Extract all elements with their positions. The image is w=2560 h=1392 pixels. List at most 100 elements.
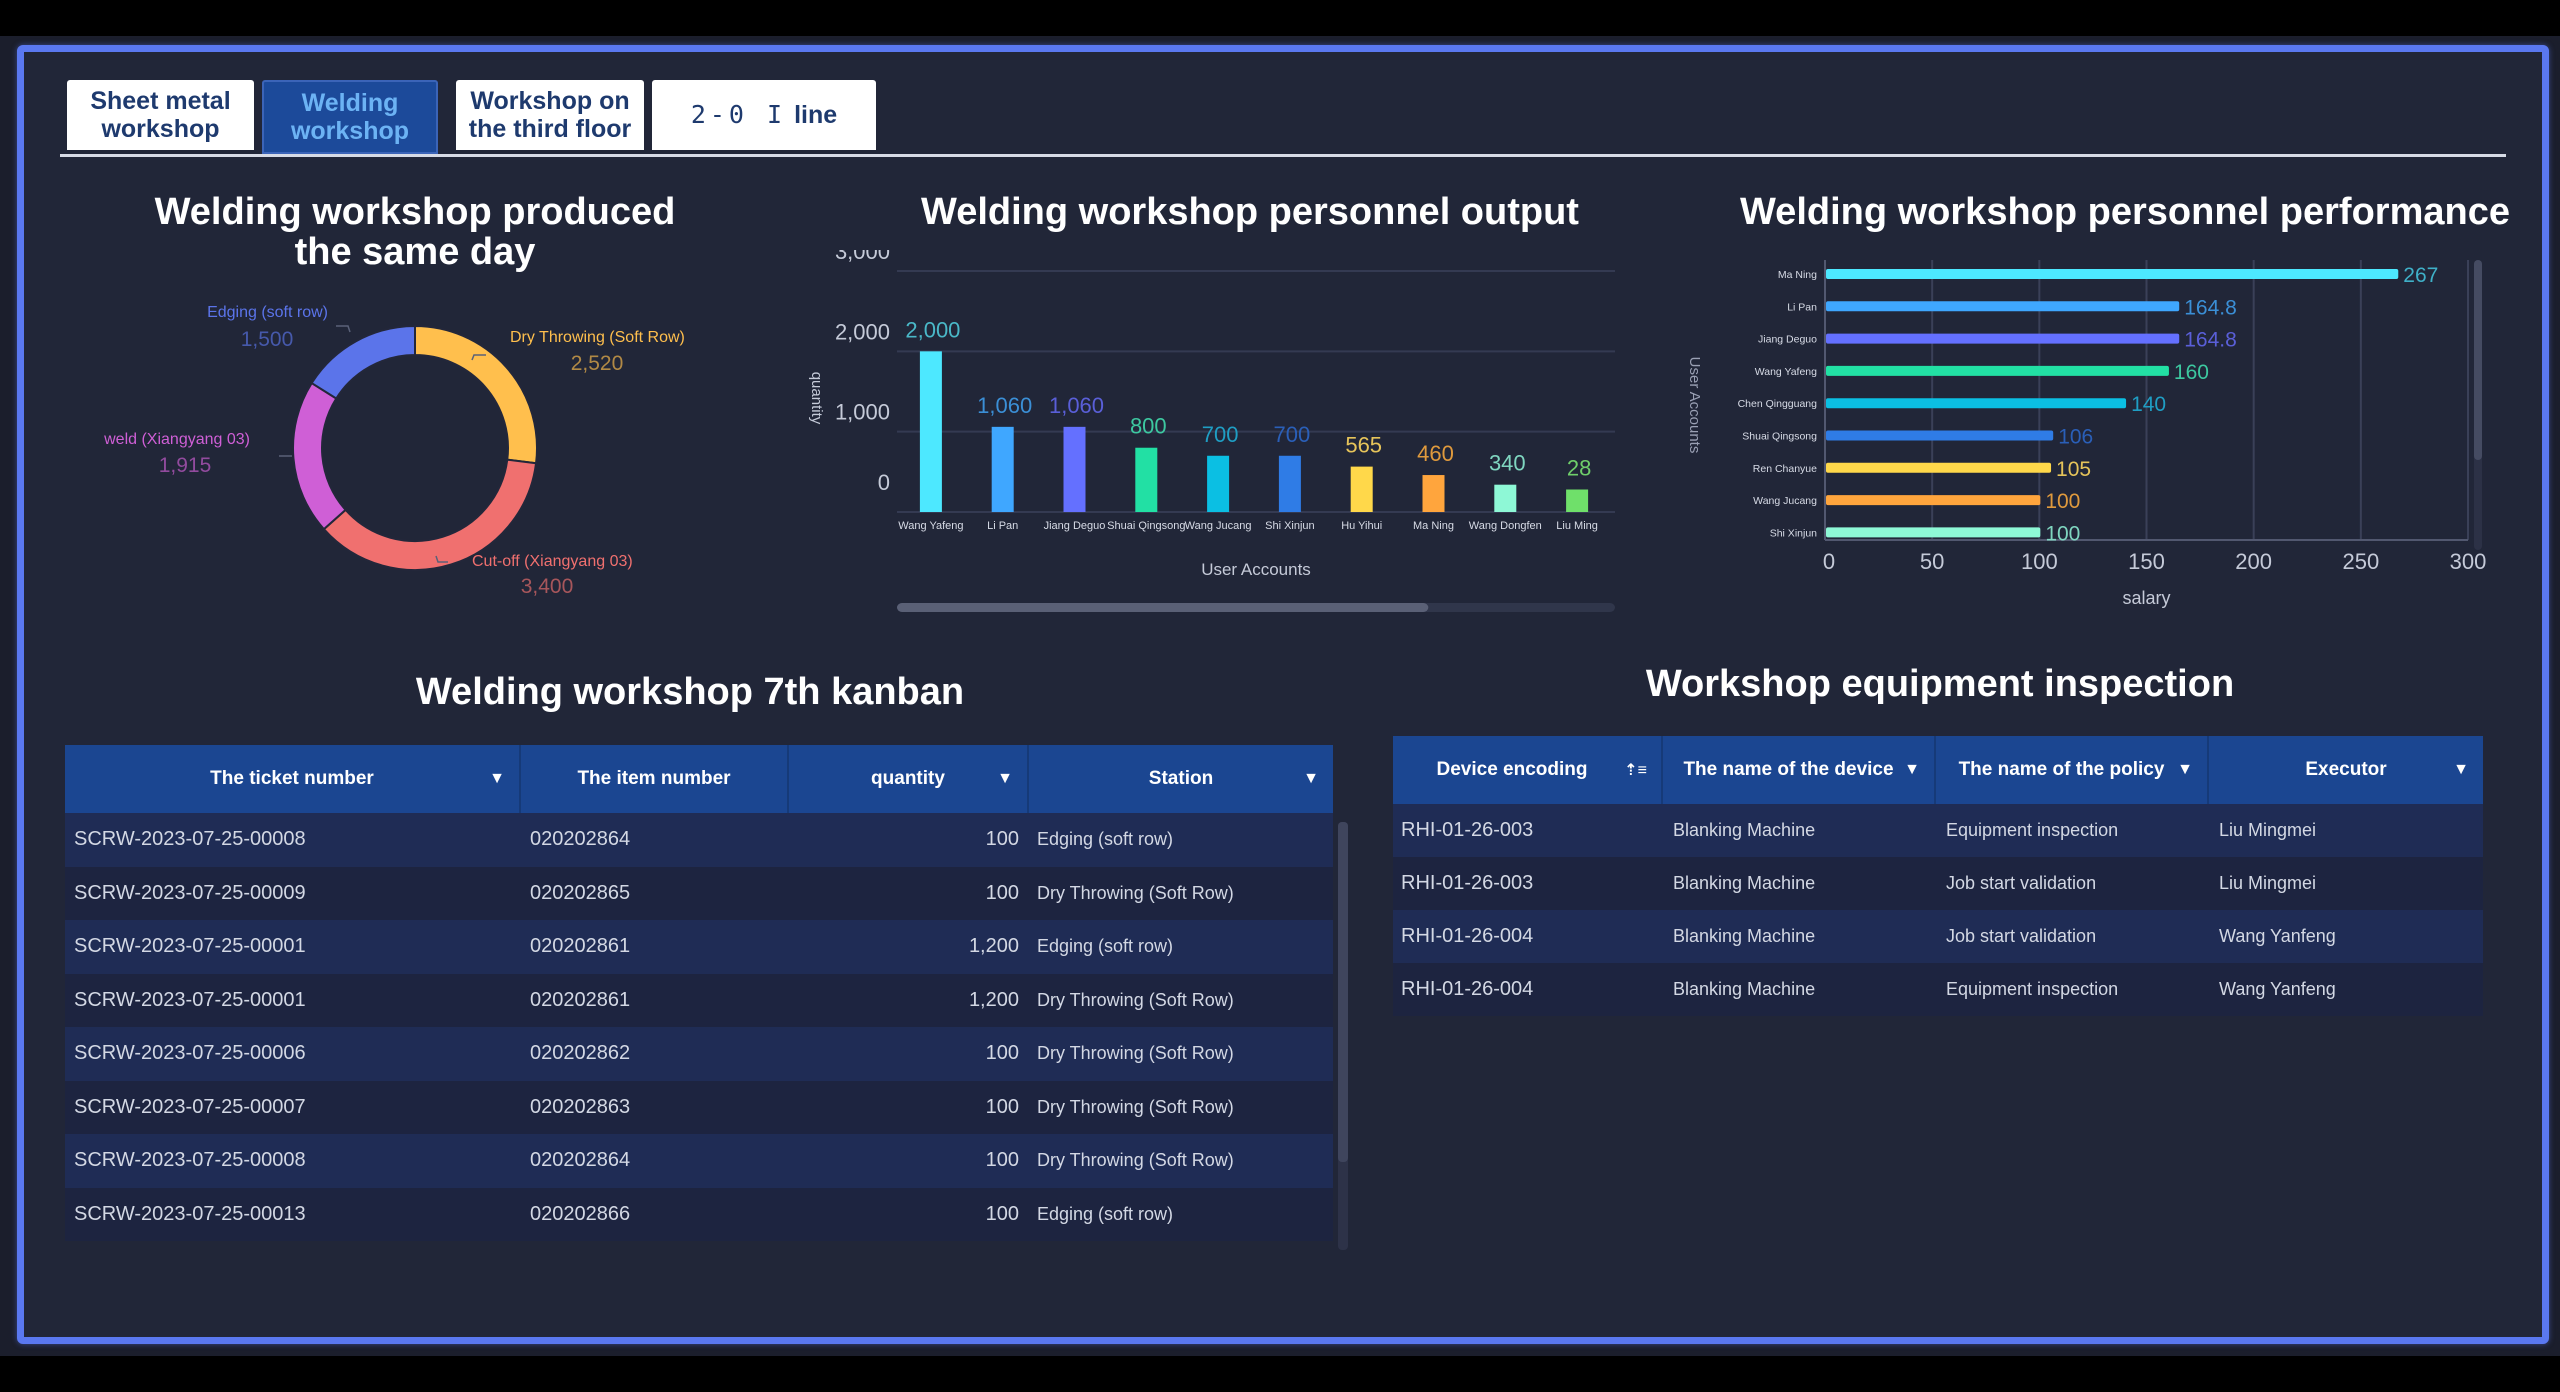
y-tick-label: Ma Ning (1778, 269, 1817, 281)
bar (1826, 333, 2180, 344)
item-number-cell: 020202865 (530, 881, 631, 904)
filter-icon[interactable]: ▼ (1303, 770, 1319, 788)
y-tick-label: Shuai Qingsong (1742, 431, 1817, 443)
bar (1826, 269, 2399, 279)
device-encoding-cell: RHI-01-26-004 (1401, 925, 1534, 947)
bar-value-label: 106 (2058, 426, 2093, 449)
column-ticket-number[interactable]: The ticket number ▼ (65, 745, 521, 813)
bar-value-label: 267 (2403, 264, 2438, 287)
item-number-cell: 020202866 (530, 1202, 631, 1225)
kanban-scrollbar-thumb[interactable] (1338, 822, 1348, 1162)
performance-title: Welding workshop personnel performance (1740, 191, 2510, 233)
y-tick-label: 3,000 (835, 250, 890, 264)
table-row[interactable]: SCRW-2023-07-25-00007 020202863 100 Dry Thr… (65, 1080, 1333, 1134)
device-encoding-cell: RHI-01-26-003 (1401, 819, 1534, 841)
bar (1207, 455, 1230, 512)
table-row[interactable]: SCRW-2023-07-25-00001 020202861 1,200 Dry T… (65, 973, 1333, 1027)
kanban-scrollbar[interactable] (1338, 822, 1348, 1250)
bar-value-label: 700 (1202, 422, 1239, 447)
table-row[interactable]: RHI-01-26-003 Blanking Machine Equipment i… (1393, 804, 2483, 857)
kanban-table: The ticket number ▼ The item number quan… (65, 745, 1333, 1241)
y-tick-label: Ren Chanyue (1753, 463, 1817, 475)
donut-slice (414, 324, 538, 465)
station-cell: Dry Throwing (Soft Row) (1037, 1096, 1234, 1117)
kanban-title: Welding workshop 7th kanban (415, 671, 965, 713)
column-station[interactable]: Station ▼ (1029, 745, 1333, 813)
item-number-cell: 020202861 (530, 935, 631, 958)
bar (1826, 430, 2054, 441)
column-quantity[interactable]: quantity ▼ (789, 745, 1029, 813)
tab-2-01-line[interactable]: 2-0 I line (652, 80, 876, 150)
table-row[interactable]: SCRW-2023-07-25-00013 020202866 100 Edging … (65, 1187, 1333, 1241)
y-tick-label: Shi Xinjun (1770, 527, 1817, 539)
table-row[interactable]: RHI-01-26-004 Blanking Machine Job start v… (1393, 910, 2483, 963)
slice-value: 2,520 (571, 352, 624, 375)
filter-icon[interactable]: ▼ (997, 770, 1013, 788)
kanban-header: The ticket number ▼ The item number quan… (65, 745, 1333, 813)
ticket-number-cell: SCRW-2023-07-25-00008 (74, 828, 306, 851)
ticket-number-cell: SCRW-2023-07-25-00007 (74, 1095, 306, 1118)
ticket-number-cell: SCRW-2023-07-25-00009 (74, 881, 306, 904)
label-leader-line (336, 325, 351, 333)
column-device-name[interactable]: The name of the device ▼ (1663, 736, 1936, 804)
table-row[interactable]: SCRW-2023-07-25-00001 020202861 1,200 Edgin… (65, 920, 1333, 974)
quantity-cell: 100 (985, 881, 1019, 904)
tab-sheet-metal-workshop[interactable]: Sheet metal workshop (67, 80, 254, 150)
filter-icon[interactable]: ▼ (2177, 761, 2193, 779)
y-tick-label: 1,000 (835, 400, 890, 425)
executor-cell: Wang Yanfeng (2219, 979, 2336, 999)
inspection-body: RHI-01-26-003 Blanking Machine Equipment i… (1393, 804, 2483, 1016)
bar-value-label: 700 (1274, 422, 1311, 447)
table-row[interactable]: SCRW-2023-07-25-00009 020202865 100 Dry Thr… (65, 866, 1333, 920)
workshop-tabs: Sheet metal workshop Welding workshop Work… (60, 78, 2506, 157)
policy-name-cell: Equipment inspection (1946, 820, 2119, 840)
bar (1826, 527, 2041, 538)
bar-value-label: 28 (1567, 456, 1591, 481)
column-item-number[interactable]: The item number (521, 745, 789, 813)
bar (991, 426, 1014, 512)
slice-label: weld (Xiangyang 03) (103, 431, 250, 448)
chart-scrollbar-thumb[interactable] (2474, 260, 2482, 460)
y-tick-label: Li Pan (1787, 301, 1817, 313)
y-axis-title: User Accounts (1686, 357, 1703, 454)
device-name-cell: Blanking Machine (1673, 979, 1816, 999)
executor-cell: Liu Mingmei (2219, 873, 2317, 893)
donut-chart: Dry Throwing (Soft Row) 2,520 Cut-off (Xia… (103, 304, 685, 598)
bar-value-label: 460 (1417, 441, 1454, 466)
x-tick-label: 200 (2235, 549, 2272, 574)
column-executor[interactable]: Executor ▼ (2209, 736, 2483, 804)
filter-icon[interactable]: ▼ (2453, 761, 2469, 779)
bar-value-label: 1,060 (977, 393, 1032, 418)
filter-icon[interactable]: ▼ (1904, 761, 1920, 779)
table-row[interactable]: RHI-01-26-004 Blanking Machine Equipment i… (1393, 963, 2483, 1016)
table-row[interactable]: SCRW-2023-07-25-00008 020202864 100 Dry Thr… (65, 1134, 1333, 1188)
station-cell: Edging (soft row) (1037, 936, 1174, 957)
x-tick-label: 150 (2128, 549, 2165, 574)
x-tick-label: 50 (1920, 549, 1944, 574)
x-tick-label: 0 (1823, 549, 1835, 574)
filter-icon[interactable]: ▼ (489, 770, 505, 788)
quantity-cell: 100 (985, 828, 1019, 851)
column-policy-name[interactable]: The name of the policy ▼ (1936, 736, 2209, 804)
tab-welding-workshop[interactable]: Welding workshop (262, 80, 438, 154)
x-tick-label: Shuai Qingsong (1107, 520, 1185, 532)
table-row[interactable]: SCRW-2023-07-25-00006 020202862 100 Dry Thr… (65, 1027, 1333, 1081)
tab-third-floor-workshop[interactable]: Workshop on the third floor (456, 80, 644, 150)
column-device-encoding[interactable]: Device encoding ⇡≡ (1393, 736, 1663, 804)
table-row[interactable]: RHI-01-26-003 Blanking Machine Job start v… (1393, 857, 2483, 910)
x-tick-label: Hu Yihui (1341, 520, 1382, 532)
policy-name-cell: Equipment inspection (1946, 979, 2119, 999)
device-name-cell: Blanking Machine (1673, 820, 1816, 840)
quantity-cell: 100 (985, 1095, 1019, 1118)
item-number-cell: 020202862 (530, 1042, 631, 1065)
chart-scrollbar-thumb[interactable] (897, 603, 1429, 612)
bar-value-label: 2,000 (905, 317, 960, 342)
table-row[interactable]: SCRW-2023-07-25-00008 020202864 100 Edging … (65, 813, 1333, 867)
bar-value-label: 164.8 (2184, 329, 2237, 352)
item-number-cell: 020202864 (530, 1149, 631, 1172)
y-tick-label: Chen Qingguang (1738, 398, 1818, 410)
sort-ascending-icon[interactable]: ⇡≡ (1624, 760, 1647, 780)
quantity-cell: 100 (985, 1042, 1019, 1065)
quantity-cell: 100 (985, 1202, 1019, 1225)
kanban-body: SCRW-2023-07-25-00008 020202864 100 Edging … (65, 813, 1333, 1241)
